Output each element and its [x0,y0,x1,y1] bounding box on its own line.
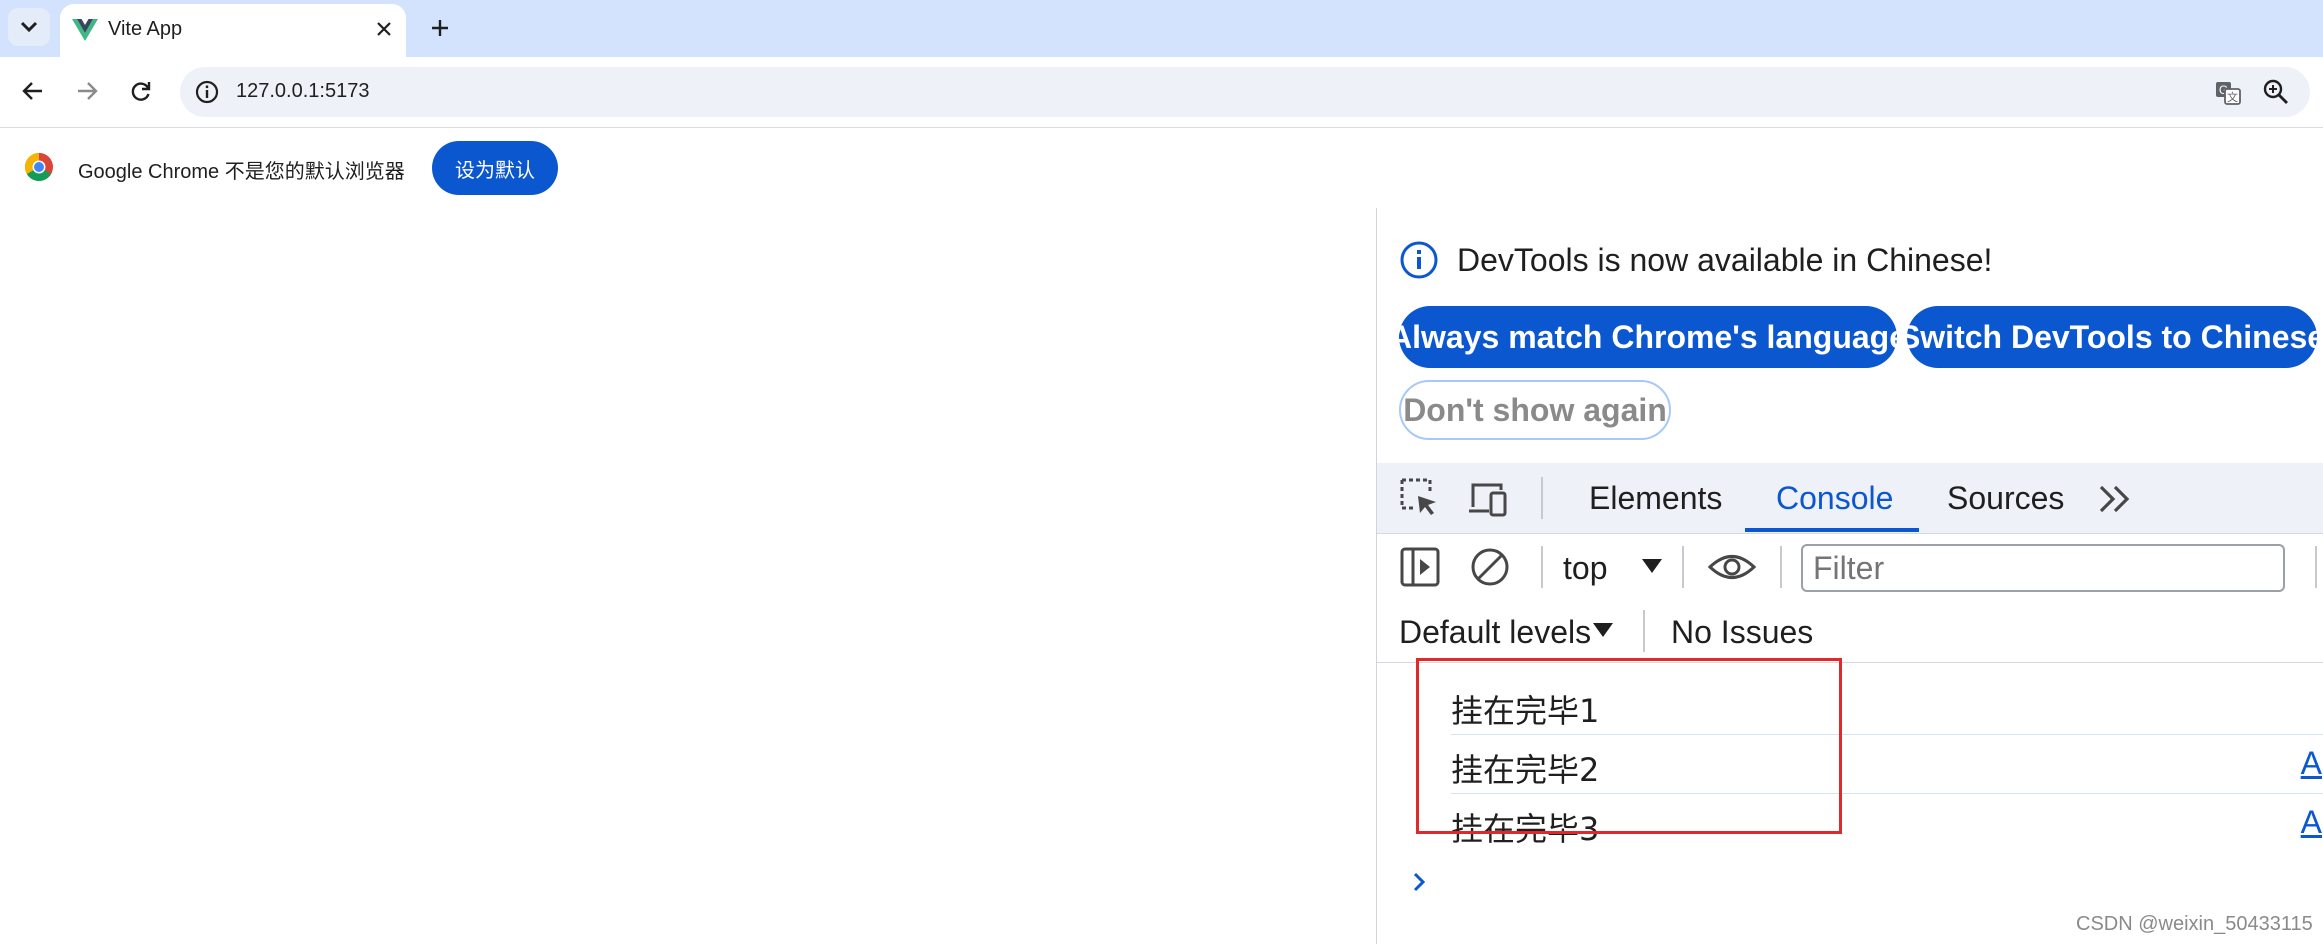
switch-to-chinese-button[interactable]: Switch DevTools to Chinese [1899,306,2323,368]
caret-down-icon[interactable] [1641,558,1663,574]
address-bar[interactable]: 127.0.0.1:5173 G 文 [180,67,2310,117]
toolbar-divider [1682,546,1684,588]
toolbar-divider [2315,546,2317,588]
toolbar-divider [1541,546,1543,588]
prompt-chevron-icon[interactable] [1407,870,1431,894]
default-levels-dropdown[interactable]: Default levels [1399,614,1591,651]
vue-logo-icon [72,19,98,41]
watermark: CSDN @weixin_50433115 [2076,913,2313,935]
toolbar-divider [1643,610,1645,652]
svg-text:文: 文 [2227,90,2238,104]
forward-icon [78,82,98,100]
browser-tab[interactable]: Vite App [60,4,406,57]
tab-title: Vite App [108,18,183,40]
more-tabs-icon[interactable] [2095,479,2135,519]
default-browser-infobar: Google Chrome 不是您的默认浏览器 设为默认 [0,127,2323,209]
infobar-message: Google Chrome 不是您的默认浏览器 [78,161,405,183]
translate-icon[interactable]: G 文 [2214,79,2242,107]
forward-button[interactable] [67,71,107,111]
toolbar-divider [1541,477,1543,519]
console-message-source-link[interactable]: A [2301,804,2322,841]
zoom-icon[interactable] [2262,78,2290,106]
reload-button[interactable] [121,71,161,111]
chrome-logo-icon [25,153,53,181]
tab-elements[interactable]: Elements [1589,480,1722,517]
tab-sources[interactable]: Sources [1947,480,2064,517]
new-tab-button[interactable] [424,12,456,44]
browser-toolbar: 127.0.0.1:5173 G 文 [0,57,2323,127]
context-selector[interactable]: top [1563,550,1607,587]
tab-console[interactable]: Console [1776,480,1893,517]
language-message: DevTools is now available in Chinese! [1457,242,1993,278]
console-toolbar: top [1377,534,2323,598]
console-message-source-link[interactable]: A [2301,745,2322,782]
device-toolbar-icon[interactable] [1467,477,1509,519]
eye-icon[interactable] [1707,546,1757,588]
back-button[interactable] [13,71,53,111]
sidebar-icon[interactable] [1399,546,1441,588]
match-language-button[interactable]: Always match Chrome's language [1389,306,1907,368]
reload-icon [131,82,151,101]
issues-counter[interactable]: No Issues [1671,614,1813,651]
chevron-down-icon [20,21,38,33]
toolbar-divider [1780,546,1782,588]
caret-down-icon[interactable] [1592,622,1614,638]
back-icon [22,82,42,100]
highlight-annotation-box [1416,658,1842,834]
site-info-icon[interactable] [194,79,220,105]
tab-strip: Vite App [0,0,2323,57]
url-text[interactable]: 127.0.0.1:5173 [236,80,369,103]
set-default-button[interactable]: 设为默认 [432,141,558,195]
dont-show-again-button[interactable]: Don't show again [1399,380,1671,440]
active-tab-indicator [1745,528,1919,532]
tab-search-button[interactable] [8,8,50,46]
filter-input[interactable] [1801,544,2285,592]
info-icon [1400,241,1438,279]
close-tab-button[interactable] [370,15,398,43]
page-viewport [0,208,1376,944]
console-levels-row: Default levels No Issues [1377,600,2323,663]
clear-console-icon[interactable] [1469,546,1511,588]
plus-icon [432,20,448,36]
devtools-tab-bar: Elements Console Sources [1377,463,2323,534]
close-icon [377,22,391,36]
inspect-element-icon[interactable] [1399,477,1441,519]
